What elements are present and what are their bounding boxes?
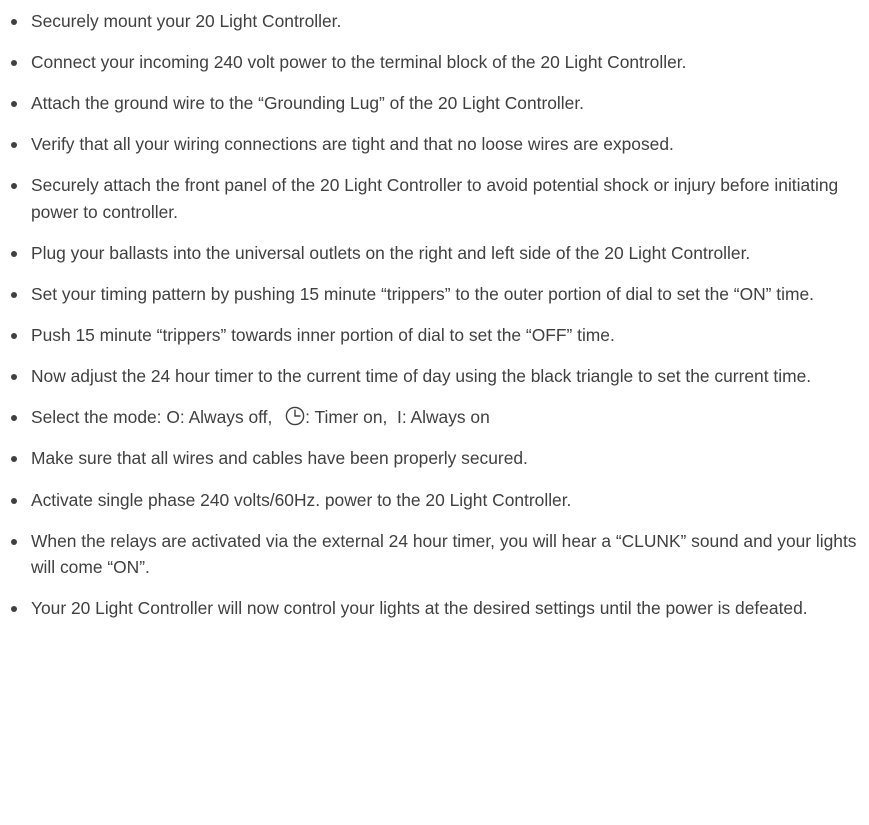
step-text: When the relays are activated via the ex…	[31, 530, 857, 578]
bullet	[11, 606, 17, 613]
list-item: Securely attach the front panel of the 2…	[0, 172, 869, 225]
step-text: Attach the ground wire to the “Grounding…	[31, 93, 584, 114]
list-item: Select the mode: O: Always off, : Timer …	[0, 404, 869, 431]
list-item: Now adjust the 24 hour timer to the curr…	[0, 363, 869, 390]
bullet	[11, 333, 17, 340]
bullet	[11, 292, 17, 299]
bullet	[11, 183, 17, 190]
step-text: Verify that all your wiring connections …	[31, 134, 674, 155]
step-text-after-icon: : Timer on, I: Always on	[305, 407, 490, 428]
instruction-page: Securely mount your 20 Light Controller.…	[0, 0, 869, 825]
list-item: Attach the ground wire to the “Grounding…	[0, 90, 869, 117]
list-item: Your 20 Light Controller will now contro…	[0, 595, 869, 622]
step-text: Securely mount your 20 Light Controller.	[31, 11, 342, 31]
bullet	[11, 250, 17, 257]
list-item: Make sure that all wires and cables have…	[0, 445, 869, 472]
list-item: Plug your ballasts into the universal ou…	[0, 240, 869, 267]
step-text: Connect your incoming 240 volt power to …	[31, 52, 687, 73]
bullet	[11, 415, 17, 422]
list-item: When the relays are activated via the ex…	[0, 528, 869, 581]
bullet	[11, 60, 17, 67]
bullet	[11, 456, 17, 463]
bullet	[11, 101, 17, 108]
step-text: Now adjust the 24 hour timer to the curr…	[31, 366, 812, 387]
step-text: Plug your ballasts into the universal ou…	[31, 242, 751, 263]
step-text: Activate single phase 240 volts/60Hz. po…	[31, 489, 572, 510]
step-text: Make sure that all wires and cables have…	[31, 448, 528, 469]
step-text: Push 15 minute “trippers” towards inner …	[31, 325, 615, 346]
list-item: Verify that all your wiring connections …	[0, 131, 869, 158]
bullet	[11, 374, 17, 381]
bullet	[11, 538, 17, 545]
clock-timer-icon	[285, 406, 305, 426]
list-item: Activate single phase 240 volts/60Hz. po…	[0, 487, 869, 514]
step-text: Set your timing pattern by pushing 15 mi…	[31, 284, 814, 305]
step-text: Securely attach the front panel of the 2…	[31, 175, 839, 222]
instruction-list: Securely mount your 20 Light Controller.…	[0, 8, 869, 622]
bullet	[11, 497, 17, 504]
list-item: Push 15 minute “trippers” towards inner …	[0, 322, 869, 349]
list-item: Securely mount your 20 Light Controller.	[0, 8, 869, 35]
bullet	[11, 142, 17, 149]
bullet	[11, 19, 17, 25]
step-text-before-icon: Select the mode: O: Always off,	[31, 407, 278, 428]
list-item: Connect your incoming 240 volt power to …	[0, 49, 869, 76]
step-text: Your 20 Light Controller will now contro…	[31, 598, 808, 619]
list-item: Set your timing pattern by pushing 15 mi…	[0, 281, 869, 308]
